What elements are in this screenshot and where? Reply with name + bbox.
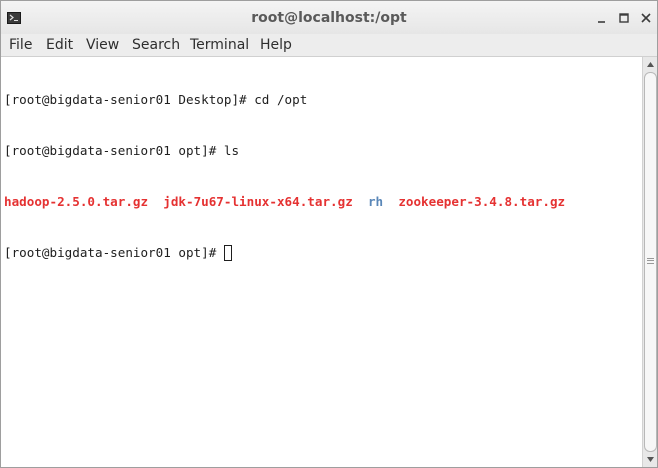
terminal-prompt-line: [root@bigdata-senior01 opt]#: [4, 244, 642, 261]
maximize-button[interactable]: [616, 10, 632, 26]
terminal-window: root@localhost:/opt File Edit View Searc…: [0, 0, 658, 468]
window-title: root@localhost:/opt: [251, 10, 407, 26]
menu-bar: File Edit View Search Terminal Help: [1, 34, 657, 57]
menu-terminal[interactable]: Terminal: [190, 36, 249, 54]
directory-entry: rh: [367, 194, 384, 209]
file-entry: jdk-7u67-linux-x64.tar.gz: [163, 194, 353, 209]
scrollbar-thumb[interactable]: [644, 72, 657, 452]
vertical-scrollbar[interactable]: [642, 57, 657, 467]
minimize-button[interactable]: [594, 10, 610, 26]
text-cursor: [223, 245, 232, 261]
grip-icon: [647, 258, 654, 264]
file-entry: zookeeper-3.4.8.tar.gz: [398, 194, 566, 209]
prompt: [root@bigdata-senior01 opt]#: [4, 245, 224, 260]
close-button[interactable]: [638, 10, 654, 26]
menu-file[interactable]: File: [9, 36, 32, 54]
terminal-line: [root@bigdata-senior01 opt]# ls: [4, 143, 240, 158]
menu-search[interactable]: Search: [132, 36, 180, 54]
file-entry: hadoop-2.5.0.tar.gz: [4, 194, 149, 209]
arrow-up-icon[interactable]: [645, 59, 656, 71]
terminal-output[interactable]: [root@bigdata-senior01 Desktop]# cd /opt…: [1, 57, 642, 467]
menu-edit[interactable]: Edit: [46, 36, 73, 54]
menu-view[interactable]: View: [86, 36, 119, 54]
menu-help[interactable]: Help: [260, 36, 292, 54]
maximize-icon: [619, 13, 629, 23]
arrow-down-icon[interactable]: [645, 453, 656, 465]
ls-output-line: hadoop-2.5.0.tar.gz jdk-7u67-linux-x64.t…: [4, 193, 642, 210]
title-bar[interactable]: root@localhost:/opt: [1, 1, 657, 35]
close-icon: [641, 13, 651, 23]
minimize-icon: [598, 21, 605, 23]
terminal-line: [root@bigdata-senior01 Desktop]# cd /opt: [4, 92, 308, 107]
